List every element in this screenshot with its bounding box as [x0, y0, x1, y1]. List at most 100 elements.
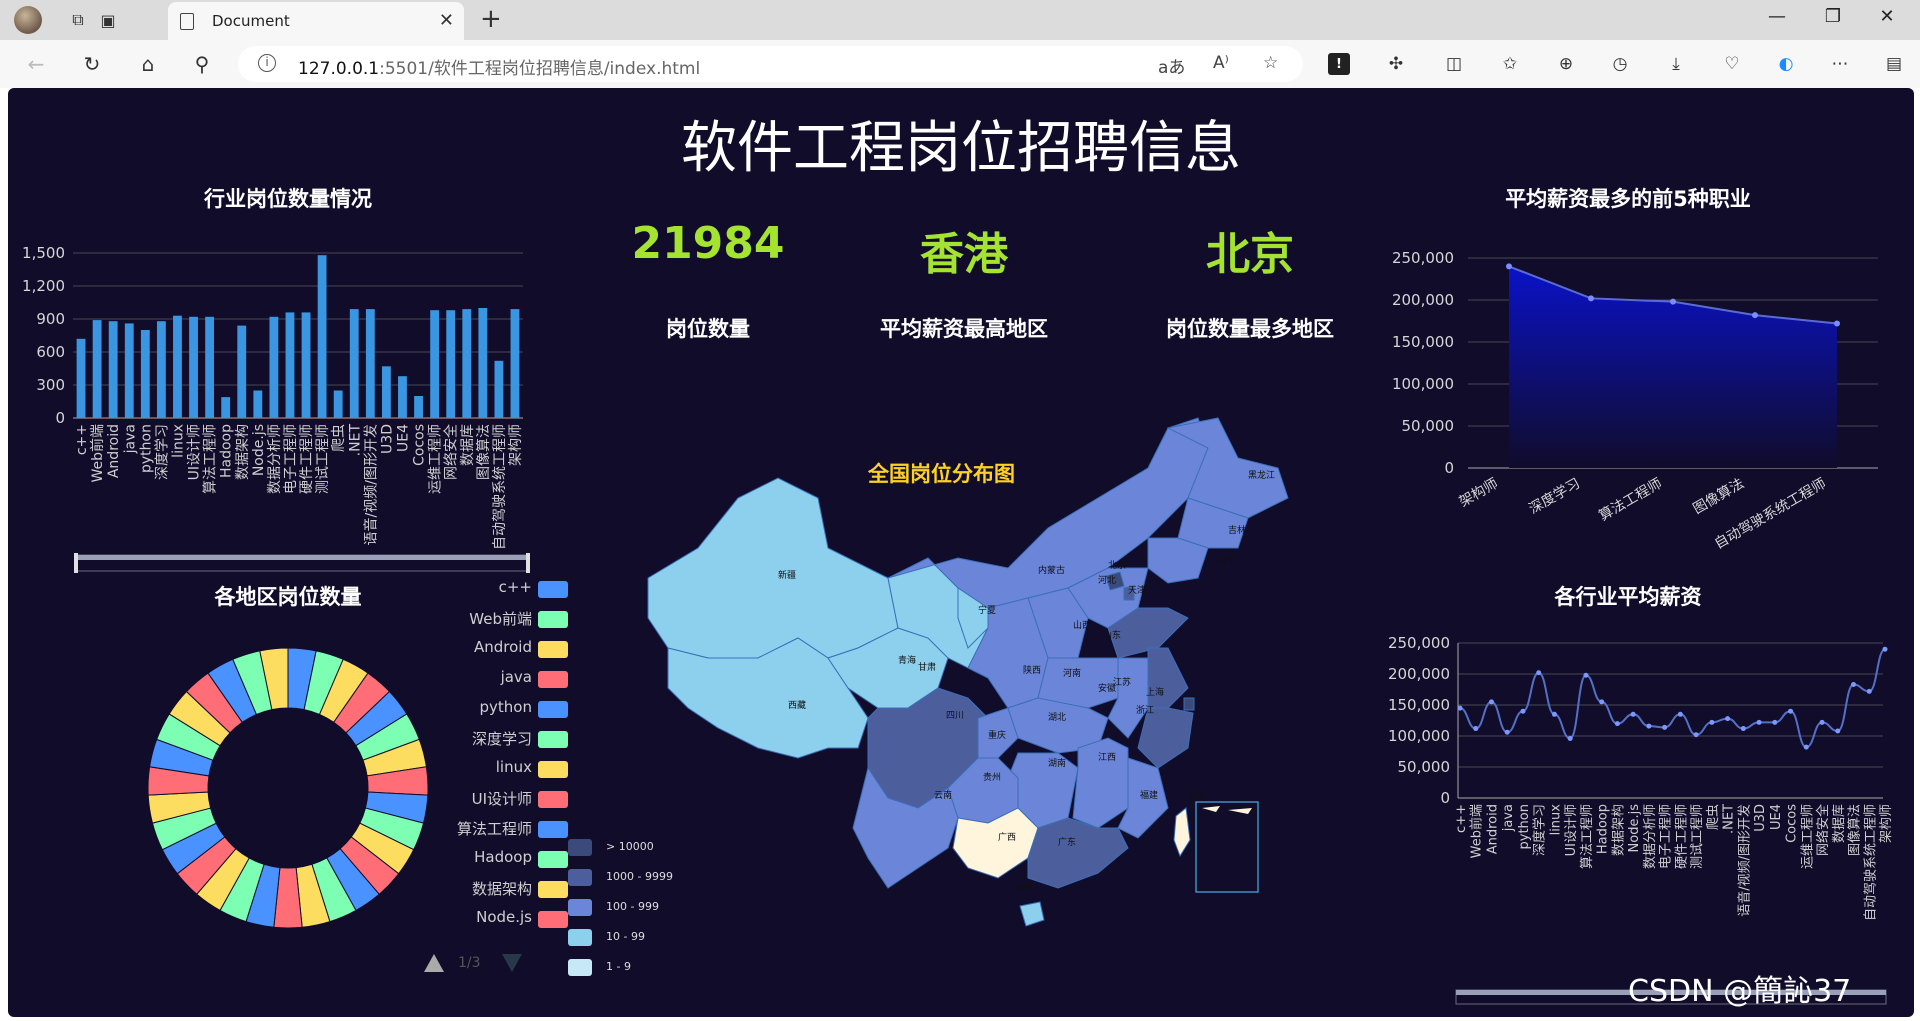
downloads-icon[interactable]: ⤓: [1662, 52, 1690, 76]
collections-icon[interactable]: ⊕: [1552, 52, 1580, 76]
edge-sidebar-icon[interactable]: ◐: [1772, 52, 1800, 76]
line-x-tick-label: 数据库: [1831, 804, 1847, 843]
map-label: 甘肃: [918, 661, 936, 673]
profile-avatar[interactable]: [14, 6, 42, 34]
legend-item[interactable]: java: [408, 668, 568, 690]
legend-item[interactable]: Web前端: [408, 608, 568, 630]
legend-item[interactable]: c++: [408, 578, 568, 600]
map-region-taiwan[interactable]: [1173, 807, 1191, 858]
line-point-数据库: [1835, 728, 1841, 734]
legend-item[interactable]: 数据架构: [408, 878, 568, 900]
visual-map-label: > 10000: [606, 840, 654, 853]
tab-strip: ⧉ ▣ Document ✕ + — ❐ ✕: [0, 0, 1920, 40]
legend-item[interactable]: Node.js: [408, 908, 568, 930]
legend-item-label: 算法工程师: [456, 820, 532, 838]
line-point-Android: [1488, 699, 1494, 705]
legend-item[interactable]: linux: [408, 758, 568, 780]
legend-item[interactable]: Android: [408, 638, 568, 660]
map-region-xinjiang[interactable]: [647, 477, 899, 659]
bar-x-tick-label: 数据架构: [235, 424, 251, 480]
legend-item-label: 数据架构: [471, 880, 532, 898]
line-x-tick-label: python: [1517, 804, 1532, 849]
legend-swatch: [538, 821, 568, 838]
industry-jobs-title: 行业岗位数量情况: [204, 187, 372, 211]
legend-item-label: Web前端: [469, 610, 532, 628]
line-point-网络安全: [1819, 719, 1825, 725]
minimize-button[interactable]: —: [1762, 6, 1792, 27]
map-label: 吉林: [1228, 524, 1246, 536]
more-menu-icon[interactable]: ⋯: [1826, 52, 1854, 76]
map-region-zhejiang[interactable]: [1137, 707, 1194, 769]
home-button[interactable]: ⌂: [134, 50, 162, 78]
line-point-爬虫: [1709, 719, 1715, 725]
read-aloud-icon[interactable]: A⁾: [1213, 53, 1229, 73]
address-bar[interactable]: i 127.0.0.1:5501/软件工程岗位招聘信息/index.html a…: [238, 46, 1303, 82]
history-icon[interactable]: ◷: [1606, 52, 1634, 76]
line-point-Node.js: [1630, 711, 1636, 717]
translate-icon[interactable]: aあ: [1158, 53, 1185, 78]
bar-x-tick-label: 图像算法: [476, 424, 492, 480]
close-tab-icon[interactable]: ✕: [439, 10, 454, 31]
map-label: 上海: [1146, 686, 1164, 698]
map-region-jiangxi[interactable]: [1072, 737, 1129, 829]
favorites-icon[interactable]: ✩: [1496, 52, 1524, 76]
refresh-button[interactable]: ↻: [78, 50, 106, 78]
visual-map-swatch: [568, 839, 592, 856]
workspaces-icon[interactable]: ⧉: [66, 8, 90, 32]
line-point-java: [1504, 729, 1510, 735]
legend-item-label: python: [479, 698, 532, 716]
favorite-star-icon[interactable]: ☆: [1263, 53, 1278, 73]
bar-linux: [173, 315, 182, 418]
legend-item[interactable]: 算法工程师: [408, 818, 568, 840]
map-region-guangdong[interactable]: [1027, 817, 1129, 889]
split-screen-icon[interactable]: ◫: [1440, 52, 1468, 76]
bar-python: [140, 330, 150, 418]
bar-c++: [76, 338, 86, 418]
visual-map-label: 10 - 99: [606, 930, 645, 943]
line-x-tick-label: Node.js: [1627, 804, 1642, 853]
map-label: 山东: [1103, 629, 1121, 641]
new-tab-button[interactable]: +: [480, 4, 502, 34]
extensions-puzzle-icon[interactable]: ✣: [1382, 52, 1410, 76]
map-region-jiangsu[interactable]: [1147, 647, 1189, 709]
browser-window: ⧉ ▣ Document ✕ + — ❐ ✕ ← ↻ ⌂ ⚲ i 127.0.0…: [0, 0, 1920, 1021]
page-title: 软件工程岗位招聘信息: [681, 116, 1241, 181]
south-china-sea-inset: [1195, 801, 1259, 893]
legend-swatch: [538, 731, 568, 748]
visual-map-item[interactable]: > 10000: [568, 839, 768, 863]
area-point-架构师: [1506, 263, 1512, 270]
site-info-icon[interactable]: i: [258, 54, 276, 72]
search-icon[interactable]: ⚲: [188, 50, 216, 78]
line-x-tick-label: 算法工程师: [1580, 804, 1595, 869]
line-x-tick-label: 运维工程师: [1800, 804, 1815, 869]
visual-map-item[interactable]: 1000 - 9999: [568, 869, 768, 893]
legend-swatch: [538, 641, 568, 658]
map-region-hainan[interactable]: [1019, 901, 1045, 927]
tab-actions-icon[interactable]: ▣: [96, 8, 120, 32]
tab-document[interactable]: Document ✕: [168, 2, 464, 40]
visual-map-item[interactable]: 1 - 9: [568, 959, 768, 983]
legend-prev-icon[interactable]: [424, 954, 444, 972]
visual-map-item[interactable]: 100 - 999: [568, 899, 768, 923]
area-point-自动驾驶系统工程师: [1834, 320, 1840, 327]
line-point-c++: [1457, 705, 1463, 711]
map-region-shanghai[interactable]: [1183, 697, 1195, 711]
map-region-liaoning[interactable]: [1147, 537, 1209, 584]
region-jobs-donut-chart: [147, 647, 429, 929]
url-text[interactable]: 127.0.0.1:5501/软件工程岗位招聘信息/index.html: [298, 54, 700, 79]
legend-item[interactable]: 深度学习: [408, 728, 568, 750]
close-window-button[interactable]: ✕: [1872, 6, 1902, 27]
legend-next-icon[interactable]: [502, 954, 522, 972]
top5-salary-area-chart: 0 50,000 100,000 150,000 200,000 250,000 架构师 深度…: [1392, 249, 1878, 552]
line-x-tick-label: 自动驾驶系统工程师: [1863, 804, 1878, 921]
restore-button[interactable]: ❐: [1818, 6, 1848, 27]
browser-essentials-icon[interactable]: ♡: [1718, 52, 1746, 76]
back-button[interactable]: ←: [22, 50, 50, 78]
visual-map-item[interactable]: 10 - 99: [568, 929, 768, 953]
legend-item[interactable]: UI设计师: [408, 788, 568, 810]
map-label: 辽宁: [1218, 554, 1236, 566]
legend-item[interactable]: python: [408, 698, 568, 720]
sidebar-toggle-icon[interactable]: ▤: [1880, 52, 1908, 76]
extension-icon[interactable]: !: [1328, 53, 1350, 75]
legend-item[interactable]: Hadoop: [408, 848, 568, 870]
